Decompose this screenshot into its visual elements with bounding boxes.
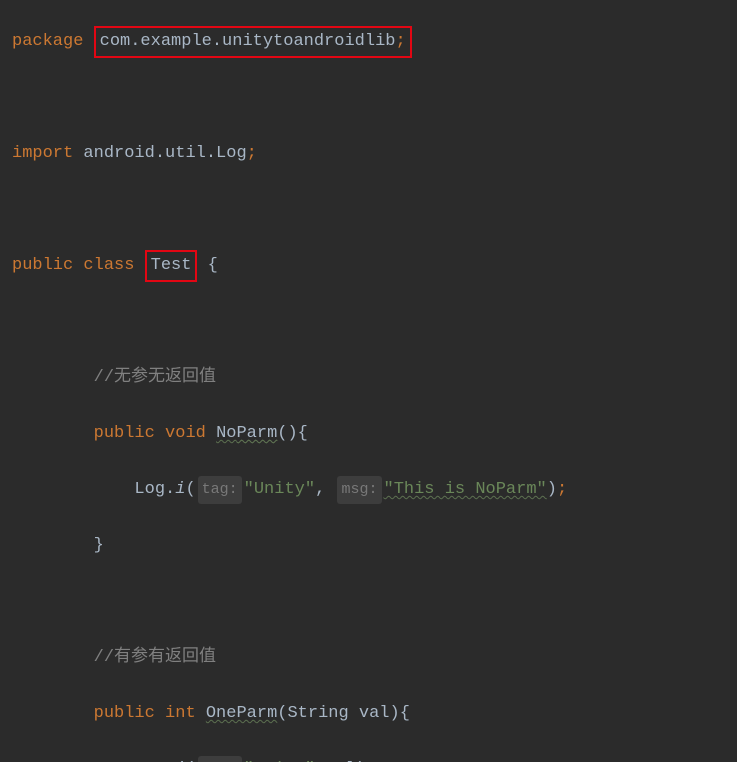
keyword-class: class (83, 252, 134, 280)
comment: //有参有返回值 (94, 644, 216, 672)
keyword-import: import (12, 140, 73, 168)
code-line[interactable]: //有参有返回值 (12, 644, 737, 672)
highlight-box-package: com.example.unitytoandroidlib; (94, 26, 412, 58)
static-method: i (175, 476, 185, 504)
code-line[interactable]: Log.i(tag:"Unity",val); (12, 756, 737, 762)
code-line[interactable] (12, 588, 737, 616)
method-name: NoParm (216, 420, 277, 448)
code-line[interactable]: public void NoParm(){ (12, 420, 737, 448)
code-line[interactable] (12, 196, 737, 224)
keyword-public: public (12, 252, 73, 280)
comment: //无参无返回值 (94, 364, 216, 392)
code-line[interactable]: //无参无返回值 (12, 364, 737, 392)
keyword-int: int (165, 700, 196, 728)
active-line-highlight (12, 308, 737, 336)
param-hint-tag: tag: (198, 476, 242, 504)
code-line[interactable]: public class Test { (12, 252, 737, 280)
code-line[interactable]: Log.i(tag:"Unity", msg:"This is NoParm")… (12, 476, 737, 504)
code-editor[interactable]: package com.example.unitytoandroidlib; i… (0, 0, 737, 762)
string-literal: "This is NoParm" (384, 476, 547, 504)
highlight-box-classname: Test (145, 250, 198, 282)
code-line[interactable]: package com.example.unitytoandroidlib; (12, 28, 737, 56)
keyword-void: void (165, 420, 206, 448)
param-hint-tag: tag: (198, 756, 242, 762)
string-literal: "Unity" (244, 476, 315, 504)
keyword-package: package (12, 28, 83, 56)
code-line[interactable]: } (12, 532, 737, 560)
code-line[interactable] (12, 84, 737, 112)
method-name: OneParm (206, 700, 277, 728)
code-line-active[interactable] (12, 308, 737, 336)
code-line[interactable]: import android.util.Log; (12, 140, 737, 168)
param-hint-msg: msg: (337, 476, 381, 504)
code-line[interactable]: public int OneParm(String val){ (12, 700, 737, 728)
